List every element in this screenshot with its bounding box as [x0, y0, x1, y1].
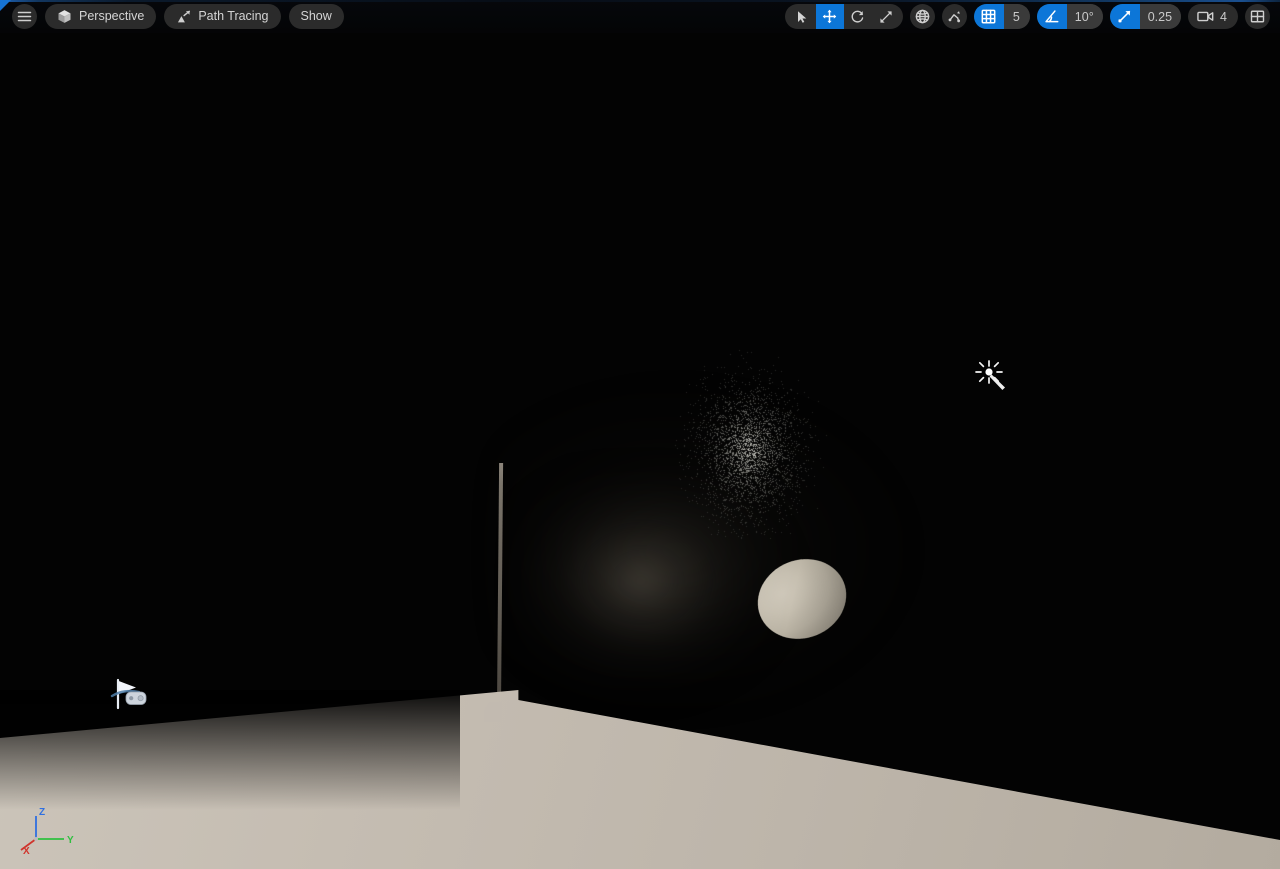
angle-icon: [1045, 10, 1059, 23]
wall-ambient-fill: [495, 330, 1015, 730]
angle-snap-value[interactable]: 10°: [1066, 4, 1103, 29]
axis-label-z: Z: [39, 807, 45, 818]
grid-snap-control[interactable]: 5: [973, 4, 1030, 29]
sphere-mesh[interactable]: [745, 545, 859, 653]
scale-snap-toggle[interactable]: [1109, 4, 1140, 29]
light-billboard-icon: [975, 360, 1005, 390]
path-trace-noise: [660, 340, 830, 550]
axis-gizmo: Z Y X: [14, 805, 82, 859]
grid-snap-toggle[interactable]: [973, 4, 1004, 29]
grid-snap-value[interactable]: 5: [1003, 4, 1030, 29]
scale-snap-value[interactable]: 0.25: [1139, 4, 1182, 29]
surface-snap-icon: [948, 11, 960, 23]
camera-speed-control[interactable]: 4: [1188, 4, 1238, 29]
move-arrows-icon: [823, 9, 837, 24]
wall-edge[interactable]: [496, 463, 504, 719]
floor-plane[interactable]: [0, 690, 1280, 869]
camera-icon: [1197, 11, 1214, 22]
select-tool-button[interactable]: [785, 4, 816, 29]
editor-window: Z Y X Perspective Path Tracing Show 5 10…: [0, 0, 1280, 869]
scale-tool-button[interactable]: [872, 4, 903, 29]
move-tool-button[interactable]: [815, 4, 844, 29]
rotate-tool-button[interactable]: [844, 4, 872, 29]
layout-grid-icon: [1250, 10, 1265, 23]
globe-icon: [915, 9, 930, 24]
rotate-icon: [851, 10, 864, 23]
axis-label-x: X: [23, 846, 30, 857]
grid-icon: [981, 9, 996, 24]
view-mode-icon: [178, 10, 191, 22]
light-actor[interactable]: [974, 358, 1014, 392]
player-start-icon: [110, 678, 147, 710]
show-menu-button[interactable]: Show: [288, 4, 344, 29]
scale-snap-icon: [1118, 10, 1131, 23]
render-mode-button[interactable]: Path Tracing: [164, 4, 281, 29]
cursor-arrow-icon: [797, 10, 807, 23]
viewport-options-button[interactable]: [12, 4, 37, 29]
view-mode-label: Perspective: [79, 9, 145, 24]
angle-snap-toggle[interactable]: [1036, 4, 1067, 29]
axis-label-y: Y: [67, 835, 74, 846]
camera-speed-value: 4: [1220, 9, 1227, 24]
cube-icon: [58, 10, 71, 23]
viewport-toolbar: Perspective Path Tracing Show 5 10° 0.25…: [0, 0, 1280, 33]
level-viewport[interactable]: Z Y X: [0, 0, 1280, 869]
view-mode-button[interactable]: Perspective: [45, 4, 157, 29]
player-start-actor[interactable]: [106, 672, 150, 716]
viewport-toolbar-left: Perspective Path Tracing Show: [12, 4, 344, 29]
coordinate-system-button[interactable]: [909, 4, 935, 29]
transform-tools-group: [784, 4, 903, 29]
scale-snap-control[interactable]: 0.25: [1109, 4, 1182, 29]
render-mode-label: Path Tracing: [198, 9, 269, 24]
viewport-layout-button[interactable]: [1245, 4, 1270, 29]
show-menu-label: Show: [300, 9, 332, 24]
scale-icon: [880, 10, 892, 23]
viewport-toolbar-right: 5 10° 0.25 4: [784, 4, 1270, 29]
floor-quad-surface: [0, 690, 1280, 869]
angle-snap-control[interactable]: 10°: [1036, 4, 1103, 29]
surface-snap-button[interactable]: [941, 4, 967, 29]
hamburger-menu-icon: [17, 11, 32, 22]
